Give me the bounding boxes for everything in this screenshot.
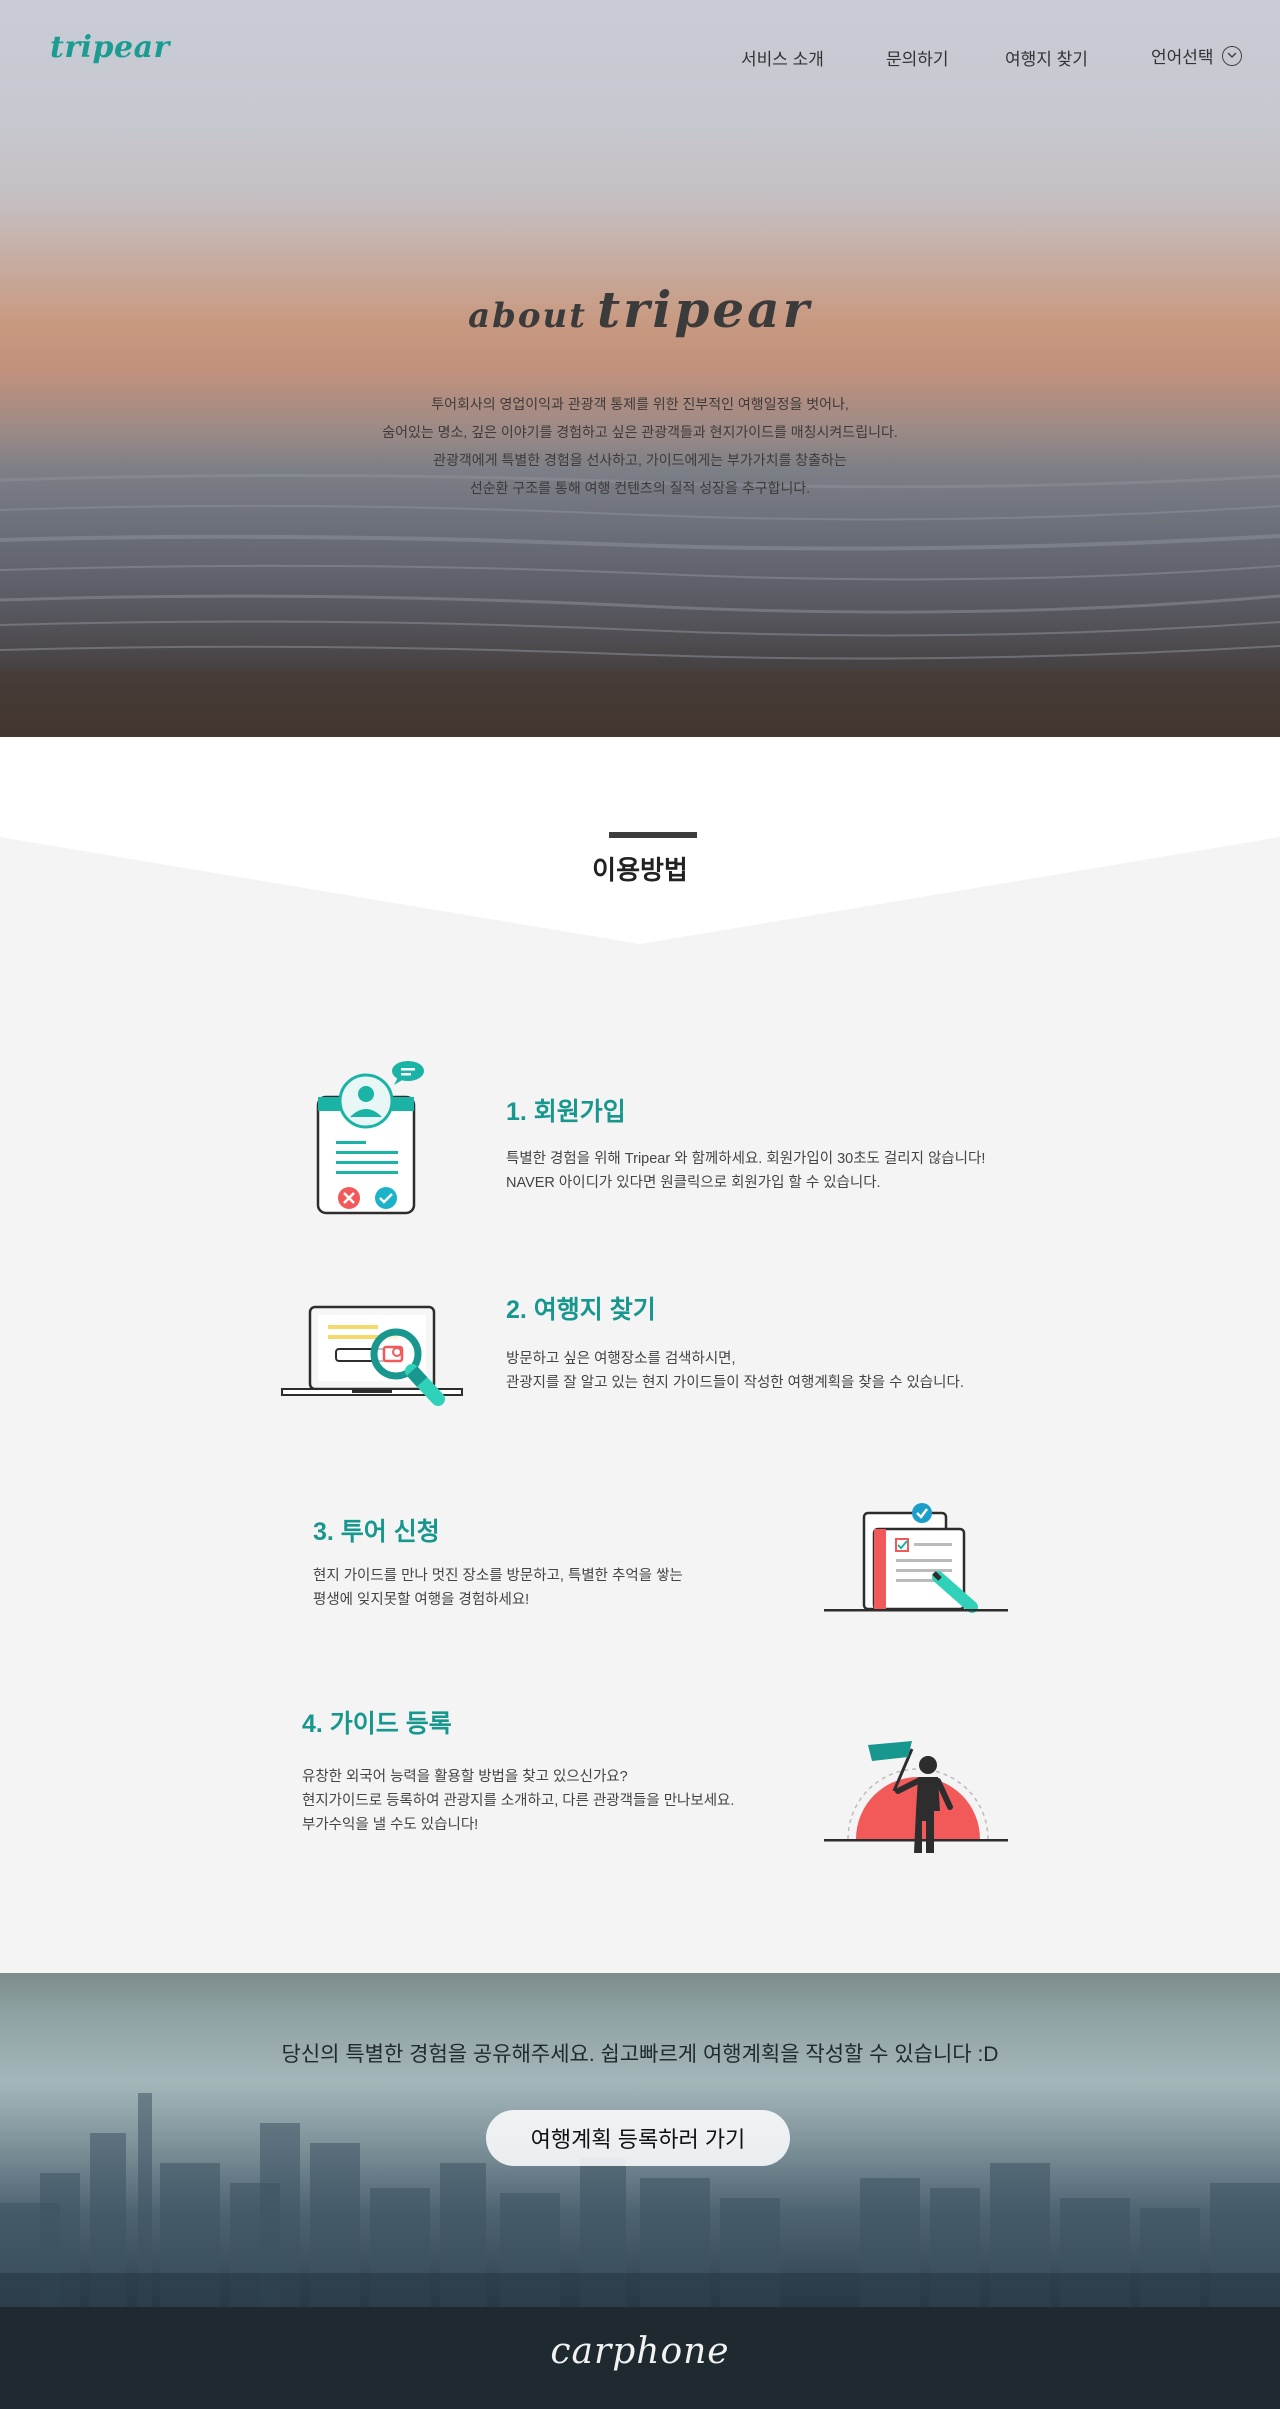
- guide-flag-icon: [824, 1741, 1008, 1853]
- nav-find-destination[interactable]: 여행지 찾기: [1005, 45, 1088, 70]
- cta-section: 당신의 특별한 경험을 공유해주세요. 쉽고빠르게 여행계획을 작성할 수 있습…: [0, 1973, 1280, 2307]
- section-title-bar: [609, 832, 697, 838]
- step-4-line: 부가수익을 낼 수도 있습니다!: [302, 1817, 479, 1833]
- step-2-description: 방문하고 싶은 여행장소를 검색하시면, 관광지를 잘 알고 있는 현지 가이드…: [506, 1347, 964, 1395]
- tour-document-icon: [824, 1503, 1008, 1613]
- register-plan-button[interactable]: 여행계획 등록하러 가기: [486, 2110, 790, 2166]
- hero-description-line: 관광객에게 특별한 경험을 선사하고, 가이드에게는 부가가치를 창출하는: [433, 452, 847, 468]
- white-chevron-background: [0, 737, 1280, 944]
- hero-title-prefix: about: [468, 296, 587, 336]
- howto-section: 이용방법 1. 회원가입 특별한 경험을 위해 Tripear 와 함께하세요.…: [0, 737, 1280, 1973]
- step-1-title: 1. 회원가입: [506, 1098, 626, 1126]
- hero-description-line: 선순환 구조를 통해 여행 컨텐츠의 질적 성장을 추구합니다.: [469, 480, 811, 496]
- step-1-description: 특별한 경험을 위해 Tripear 와 함께하세요. 회원가입이 30초도 걸…: [506, 1147, 985, 1195]
- language-select-label: 언어선택: [1151, 48, 1214, 67]
- step-4-title: 4. 가이드 등록: [302, 1710, 452, 1738]
- hero-section: tripear 서비스 소개 문의하기 여행지 찾기 언어선택 about tri…: [0, 0, 1280, 737]
- step-2-line: 관광지를 잘 알고 있는 현지 가이드들이 작성한 여행계획을 찾을 수 있습니…: [506, 1375, 964, 1391]
- signup-form-icon: [316, 1061, 424, 1215]
- step-3-line: 현지 가이드를 만나 멋진 장소를 방문하고, 특별한 추억을 쌓는: [313, 1568, 683, 1584]
- step-3-line: 평생에 잊지못할 여행을 경험하세요!: [313, 1592, 530, 1608]
- laptop-search-icon: [281, 1305, 463, 1406]
- nav-contact[interactable]: 문의하기: [886, 45, 949, 70]
- footer-logo: carphone: [550, 2331, 730, 2372]
- step-4-line: 유창한 외국어 능력을 활용할 방법을 찾고 있으신가요?: [302, 1769, 628, 1785]
- step-1-line: 특별한 경험을 위해 Tripear 와 함께하세요. 회원가입이 30초도 걸…: [506, 1151, 986, 1167]
- language-select[interactable]: 언어선택: [1151, 43, 1242, 68]
- hero-title-main: tripear: [596, 280, 812, 339]
- cta-message: 당신의 특별한 경험을 공유해주세요. 쉽고빠르게 여행계획을 작성할 수 있습…: [281, 2043, 999, 2066]
- step-4-line: 현지가이드로 등록하여 관광지를 소개하고, 다른 관광객들을 만나보세요.: [302, 1793, 735, 1809]
- step-2-title: 2. 여행지 찾기: [506, 1296, 656, 1324]
- hero-description: 투어회사의 영업이익과 관광객 통제를 위한 진부적인 여행일정을 벗어나, 숨…: [0, 390, 1280, 502]
- hero-description-line: 숨어있는 명소, 깊은 이야기를 경험하고 싶은 관광객들과 현지가이드를 매칭…: [382, 424, 898, 440]
- section-title: 이용방법: [592, 855, 688, 885]
- chevron-down-icon: [1221, 45, 1242, 66]
- nav-service-intro[interactable]: 서비스 소개: [741, 45, 824, 70]
- main-nav: 서비스 소개 문의하기 여행지 찾기 언어선택: [0, 45, 1280, 69]
- step-4-description: 유창한 외국어 능력을 활용할 방법을 찾고 있으신가요? 현지가이드로 등록하…: [302, 1765, 734, 1837]
- step-3-description: 현지 가이드를 만나 멋진 장소를 방문하고, 특별한 추억을 쌓는 평생에 잊…: [313, 1564, 683, 1612]
- footer: carphone: [0, 2307, 1280, 2409]
- step-3-title: 3. 투어 신청: [313, 1518, 440, 1546]
- hero-description-line: 투어회사의 영업이익과 관광객 통제를 위한 진부적인 여행일정을 벗어나,: [431, 396, 849, 412]
- step-2-line: 방문하고 싶은 여행장소를 검색하시면,: [506, 1351, 736, 1367]
- hero-title: about tripear: [0, 280, 1280, 339]
- step-1-line: NAVER 아이디가 있다면 원클릭으로 회원가입 할 수 있습니다.: [506, 1175, 881, 1191]
